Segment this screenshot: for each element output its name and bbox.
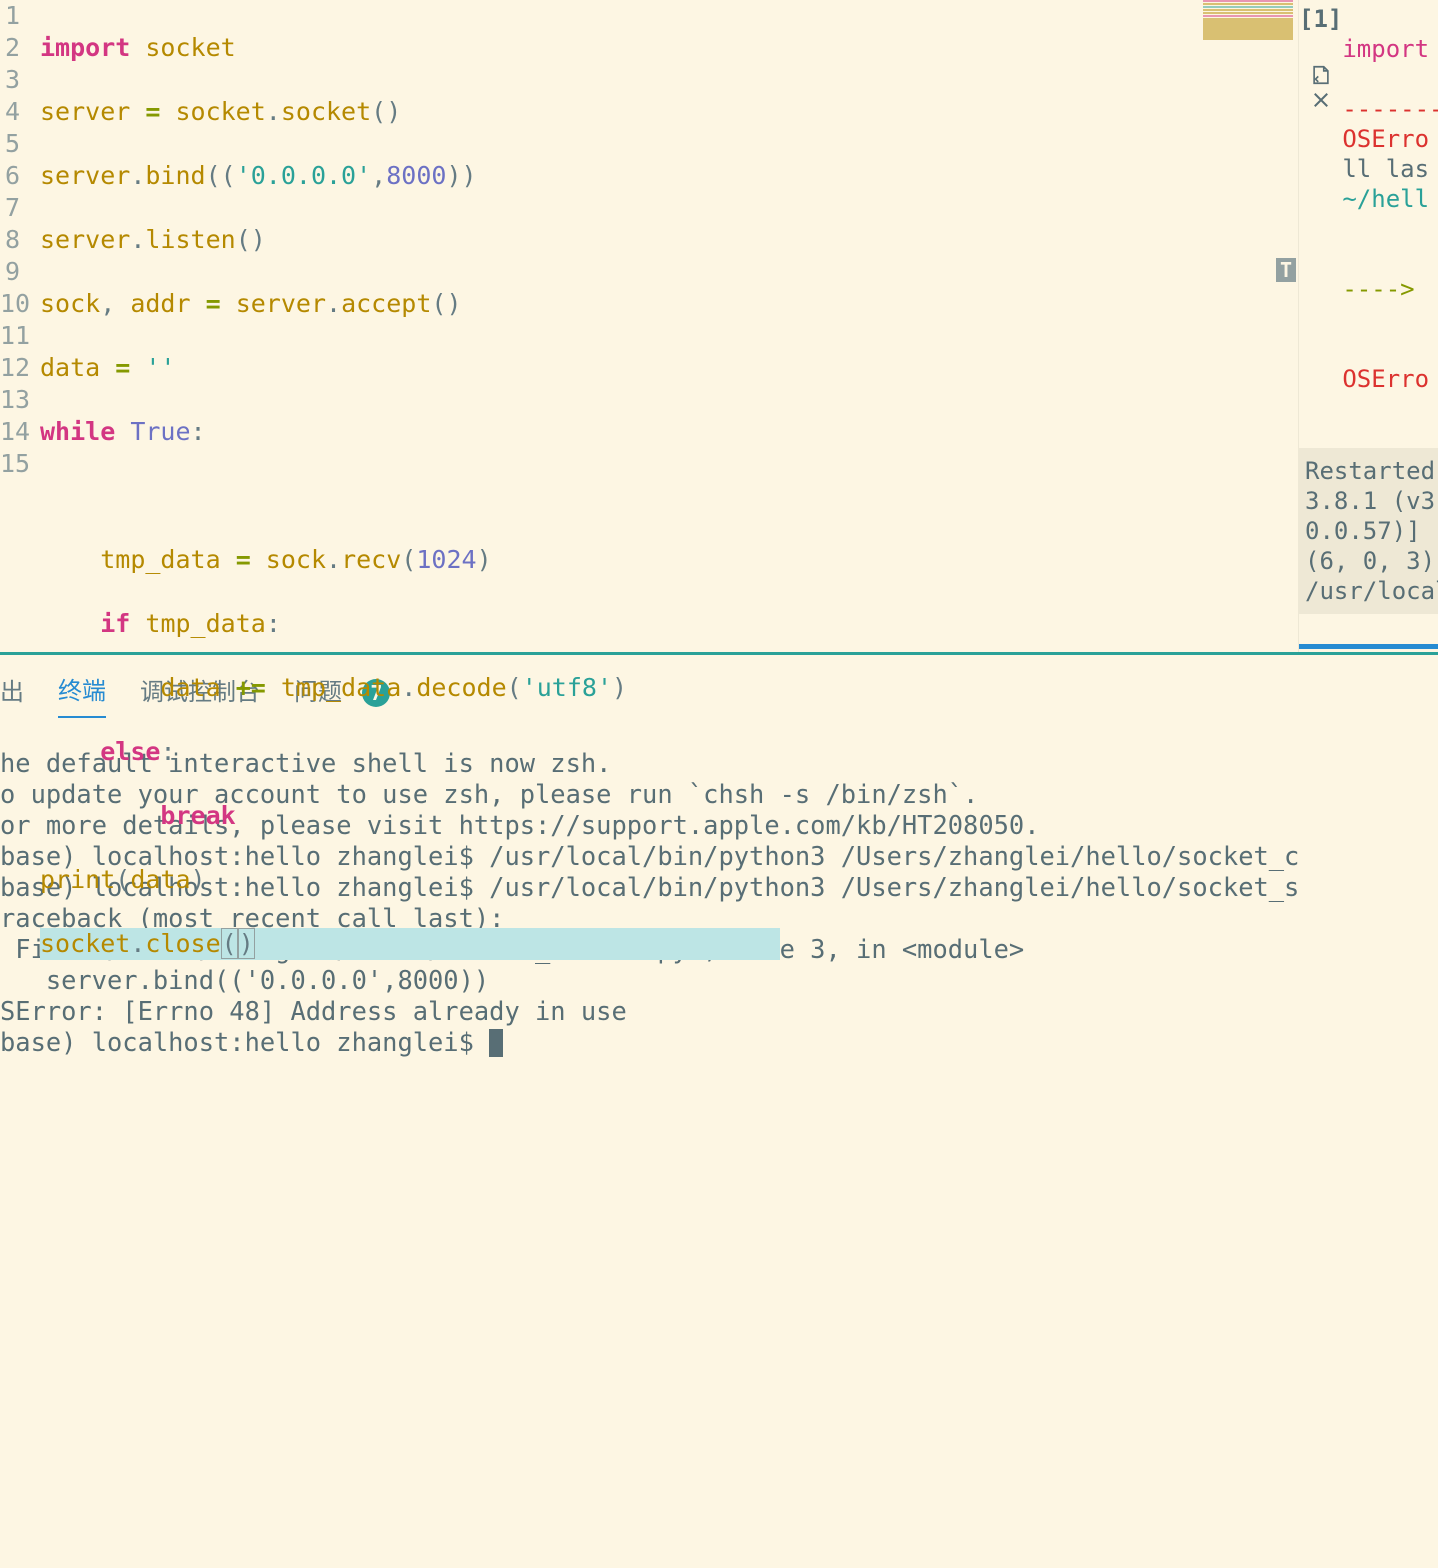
line-number: 2 — [0, 32, 20, 64]
line-number: 1 — [0, 0, 20, 32]
bracket-match: ) — [238, 928, 255, 959]
cell-output: import -------- OSErro ll las ~/hell ---… — [1342, 0, 1438, 424]
line-number: 10 — [0, 288, 20, 320]
line-number-gutter: 1 2 3 4 5 6 7 8 9 10 11 12 13 14 15 — [0, 0, 40, 652]
code-line[interactable]: tmp_data = sock.recv(1024) — [40, 544, 1198, 576]
interactive-pane[interactable]: [1] import -------- OSErro ll las ~/hell… — [1298, 0, 1438, 652]
top-area: 1 2 3 4 5 6 7 8 9 10 11 12 13 14 15 impo… — [0, 0, 1438, 655]
terminal-line: SError: [Errno 48] Address already in us… — [0, 996, 627, 1026]
cell-number: [1] — [1299, 0, 1342, 34]
identifier: socket — [145, 33, 235, 62]
code-line-current[interactable]: socket.close() — [40, 928, 780, 960]
line-number: 4 — [0, 96, 20, 128]
line-number: 11 — [0, 320, 20, 352]
variable-row[interactable]: [1]Type c — [1299, 649, 1438, 652]
line-number: 6 — [0, 160, 20, 192]
cell-gutter: [1] — [1299, 0, 1342, 424]
line-number: 14 — [0, 416, 20, 448]
code-line[interactable]: data += tmp_data.decode('utf8') — [40, 672, 1198, 704]
terminal-cursor — [489, 1029, 503, 1057]
code-line[interactable]: else: — [40, 736, 1198, 768]
code-line[interactable]: import socket — [40, 32, 1198, 64]
keyword: import — [40, 33, 130, 62]
code-line[interactable]: break — [40, 800, 1198, 832]
line-number: 9 — [0, 256, 20, 288]
tab-output[interactable]: 出 — [0, 672, 24, 717]
code-area[interactable]: import socket server = socket.socket() s… — [40, 0, 1198, 652]
line-number: 15 — [0, 448, 20, 480]
line-number: 5 — [0, 128, 20, 160]
line-number: 13 — [0, 384, 20, 416]
bracket-match: ( — [221, 928, 238, 959]
code-line[interactable]: server = socket.socket() — [40, 96, 1198, 128]
close-icon[interactable] — [1311, 90, 1331, 110]
minimap-content — [1203, 0, 1293, 40]
line-number: 12 — [0, 352, 20, 384]
editor-pane[interactable]: 1 2 3 4 5 6 7 8 9 10 11 12 13 14 15 impo… — [0, 0, 1298, 652]
code-line[interactable]: data = '' — [40, 352, 1198, 384]
code-line[interactable] — [40, 480, 1198, 512]
code-line[interactable]: server.listen() — [40, 224, 1198, 256]
minimap[interactable] — [1198, 0, 1298, 652]
code-line[interactable]: sock, addr = server.accept() — [40, 288, 1198, 320]
kernel-info: Restarted 3.8.1 (v3. 0.0.57)] (6, 0, 3) … — [1299, 448, 1438, 614]
code-line[interactable]: while True: — [40, 416, 1198, 448]
code-line[interactable]: print(data) — [40, 864, 1198, 896]
goto-source-icon[interactable] — [1310, 64, 1332, 86]
terminal-prompt: base) localhost:hello zhanglei$ — [0, 1027, 489, 1057]
line-number: 7 — [0, 192, 20, 224]
line-number: 8 — [0, 224, 20, 256]
code-line[interactable]: if tmp_data: — [40, 608, 1198, 640]
line-number: 3 — [0, 64, 20, 96]
code-line[interactable]: server.bind(('0.0.0.0',8000)) — [40, 160, 1198, 192]
trailing-whitespace-icon: T — [1276, 258, 1296, 282]
